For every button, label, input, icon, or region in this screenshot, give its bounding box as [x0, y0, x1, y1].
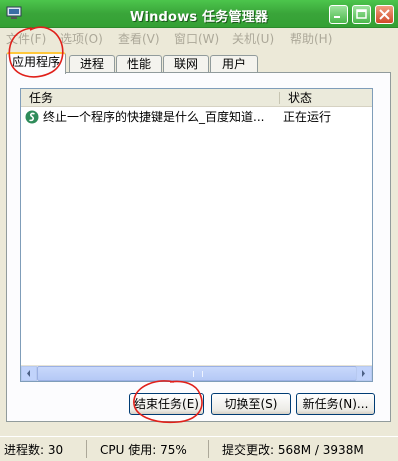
chevron-left-icon [27, 370, 30, 377]
scroll-left-button[interactable] [21, 366, 37, 381]
close-icon [379, 9, 390, 20]
scroll-grip [193, 371, 203, 377]
menu-bar: 文件(F) 选项(O) 查看(V) 窗口(W) 关机(U) 帮助(H) [0, 28, 398, 46]
horizontal-scrollbar[interactable] [21, 365, 372, 381]
scroll-right-button[interactable] [356, 366, 372, 381]
status-divider [86, 440, 87, 458]
task-name: 终止一个程序的快捷键是什么_百度知道... [43, 110, 265, 124]
menu-view[interactable]: 查看(V) [118, 30, 160, 47]
task-status: 正在运行 [283, 110, 332, 124]
close-button[interactable] [375, 5, 394, 24]
title-bar[interactable]: Windows 任务管理器 [0, 0, 398, 28]
tab-networking[interactable]: 联网 [163, 55, 209, 73]
cpu-usage: CPU 使用: 75% [100, 443, 187, 457]
list-header: 任务 状态 [21, 89, 372, 107]
switch-to-button[interactable]: 切换至(S) [211, 393, 291, 415]
column-header-status[interactable]: 状态 [280, 89, 372, 107]
work-area: 应用程序 进程 性能 联网 用户 任务 状态 终止一个程序的快捷键是什么_百度知… [0, 46, 398, 436]
maximize-button[interactable] [352, 5, 371, 24]
tab-applications[interactable]: 应用程序 [6, 52, 66, 74]
menu-options[interactable]: 选项(O) [60, 30, 103, 47]
maximize-icon [356, 9, 367, 19]
menu-window[interactable]: 窗口(W) [174, 30, 219, 47]
status-bar: 进程数: 30 CPU 使用: 75% 提交更改: 568M / 3938M [0, 436, 398, 461]
task-list[interactable]: 任务 状态 终止一个程序的快捷键是什么_百度知道... 正在运行 [20, 88, 373, 382]
scroll-thumb[interactable] [37, 366, 357, 381]
process-count: 进程数: 30 [4, 443, 64, 457]
tab-users[interactable]: 用户 [210, 55, 258, 73]
menu-shutdown[interactable]: 关机(U) [232, 30, 274, 47]
minimize-icon [334, 16, 340, 18]
tab-performance[interactable]: 性能 [116, 55, 162, 73]
end-task-button[interactable]: 结束任务(E) [129, 393, 204, 415]
menu-help[interactable]: 帮助(H) [290, 30, 332, 47]
status-divider [208, 440, 209, 458]
table-row[interactable]: 终止一个程序的快捷键是什么_百度知道... 正在运行 [21, 108, 372, 126]
browser-app-icon [25, 110, 39, 124]
new-task-button[interactable]: 新任务(N)... [296, 393, 375, 415]
minimize-button[interactable] [329, 5, 348, 24]
chevron-right-icon [362, 370, 365, 377]
tab-processes[interactable]: 进程 [69, 55, 115, 73]
commit-charge: 提交更改: 568M / 3938M [222, 443, 364, 457]
menu-file[interactable]: 文件(F) [6, 30, 46, 47]
column-header-task[interactable]: 任务 [21, 89, 277, 107]
